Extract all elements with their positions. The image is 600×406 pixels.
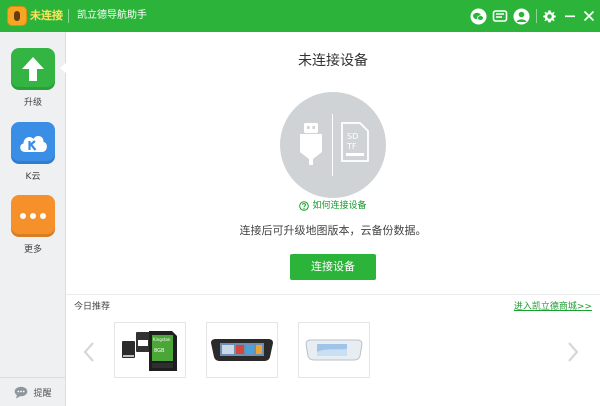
title-bar: 未连接 凯立德导航助手 — [0, 0, 600, 32]
main-panel: 未连接设备 SD TF 如何连接设备 连接后可升级地图版本，云备份数据。 连接设… — [66, 32, 600, 406]
store-link[interactable]: 进入凯立德商城>> — [514, 301, 592, 313]
usb-plug-icon — [300, 123, 322, 165]
sd-brand: Kingston — [153, 337, 171, 342]
wechat-icon[interactable] — [469, 7, 487, 25]
illustration-divider — [332, 114, 333, 176]
sd-card-icon: SD TF — [341, 122, 369, 162]
description-text: 连接后可升级地图版本，云备份数据。 — [239, 224, 427, 237]
sd-label: SD — [347, 132, 358, 141]
chat-bubble-icon — [15, 386, 28, 398]
message-icon[interactable] — [491, 7, 509, 25]
carousel-next-icon[interactable] — [566, 341, 580, 363]
app-logo-icon — [7, 6, 27, 26]
sidebar-item-upgrade[interactable]: 升级 — [10, 48, 56, 109]
title-divider — [68, 9, 69, 23]
connect-device-button[interactable]: 连接设备 — [290, 254, 376, 280]
sidebar-item-label: 更多 — [23, 245, 42, 255]
sidebar-item-kcloud[interactable]: K云 — [10, 122, 56, 183]
sidebar-item-label: 升级 — [23, 98, 42, 108]
feedback-label: 提醒 — [33, 388, 52, 399]
connection-status: 未连接 — [30, 9, 63, 22]
more-dots-icon — [11, 195, 55, 237]
feedback-button[interactable]: 提醒 — [0, 377, 66, 406]
section-divider — [66, 294, 600, 295]
product-sd-card[interactable]: Kingston 8GB — [114, 322, 186, 378]
page-title: 未连接设备 — [298, 53, 368, 69]
carousel-prev-icon[interactable] — [82, 341, 96, 363]
sidebar-item-more[interactable]: 更多 — [10, 195, 56, 256]
tf-label: TF — [346, 142, 357, 151]
sidebar-item-label: K云 — [25, 172, 41, 182]
how-to-connect-link[interactable]: 如何连接设备 — [66, 200, 600, 212]
recommend-title: 今日推荐 — [74, 302, 111, 312]
help-link-label: 如何连接设备 — [312, 201, 367, 211]
minimize-icon[interactable] — [561, 7, 579, 25]
sd-capacity: 8GB — [154, 348, 165, 354]
product-dashcam[interactable] — [206, 322, 278, 378]
title-icons-divider — [536, 9, 537, 23]
product-mirror-dashcam[interactable] — [298, 322, 370, 378]
device-illustration: SD TF — [280, 92, 386, 198]
sidebar: 升级 K云 更多 提醒 — [0, 32, 67, 406]
user-avatar-icon[interactable] — [512, 7, 530, 25]
question-circle-icon — [299, 201, 310, 211]
gear-icon[interactable] — [540, 7, 558, 25]
k-cloud-icon — [11, 122, 55, 164]
app-title: 凯立德导航助手 — [77, 10, 147, 21]
upgrade-arrow-icon — [11, 48, 55, 90]
close-icon[interactable] — [580, 7, 598, 25]
